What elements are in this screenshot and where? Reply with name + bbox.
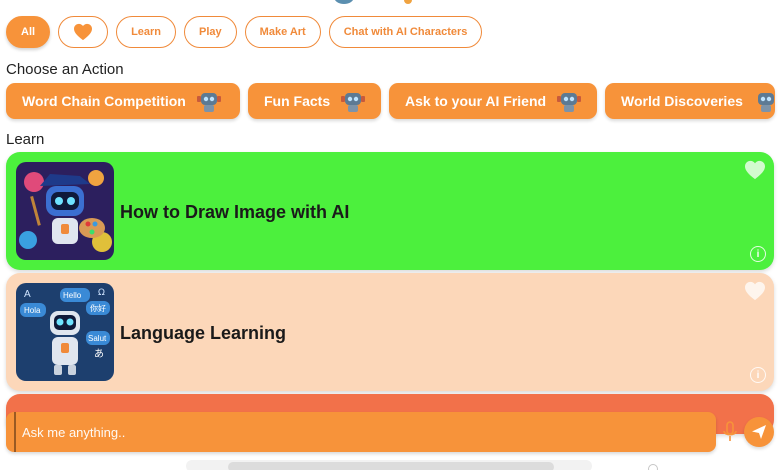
chat-bar <box>6 412 716 452</box>
robot-icon <box>757 93 774 112</box>
chat-input[interactable] <box>14 412 704 452</box>
filter-learn[interactable]: Learn <box>116 16 177 48</box>
card-title: Language Learning <box>120 323 287 343</box>
thumb-word-salut: Salut <box>88 334 107 343</box>
filter-bar: All Learn Play Make Art Chat with AI Cha… <box>6 16 483 48</box>
robot-icon <box>196 93 221 112</box>
thumb-word-nihao: 你好 <box>90 303 106 313</box>
thumb-glyph-omega: Ω <box>98 288 105 298</box>
home-grid-icon[interactable] <box>118 464 134 470</box>
filter-play[interactable]: Play <box>184 16 237 48</box>
card-title: How to Draw Image with AI <box>120 202 350 222</box>
filter-chat-characters[interactable]: Chat with AI Characters <box>328 16 483 48</box>
thumb-word-hola: Hola <box>24 306 41 315</box>
bottom-nav-handle <box>228 462 554 470</box>
action-fun-facts[interactable]: Fun Facts <box>248 83 381 119</box>
learn-heading: Learn <box>6 131 45 148</box>
filter-make-art[interactable]: Make Art <box>244 16 321 48</box>
favorite-heart-icon[interactable] <box>744 281 766 301</box>
bottom-nav <box>0 460 780 470</box>
send-icon <box>752 425 766 439</box>
thumb-glyph-a-jp: あ <box>94 348 104 360</box>
action-label: Word Chain Competition <box>22 93 186 109</box>
choose-action-heading: Choose an Action <box>6 61 124 78</box>
action-row: Word Chain Competition Fun Facts Ask to … <box>6 83 775 119</box>
heart-icon <box>74 23 93 41</box>
robot-languages-image: Hola Hello 你好 Salut あ A Ω <box>16 283 114 381</box>
filter-all[interactable]: All <box>6 16 51 48</box>
card-language-learning[interactable]: Hola Hello 你好 Salut あ A Ω Language Learn… <box>6 273 774 391</box>
filter-favorites[interactable] <box>58 16 109 48</box>
info-icon[interactable]: i <box>750 367 766 383</box>
favorite-heart-icon[interactable] <box>744 160 766 180</box>
card-draw-with-ai[interactable]: How to Draw Image with AI i <box>6 152 774 270</box>
action-ask-ai-friend[interactable]: Ask to your AI Friend <box>389 83 597 119</box>
action-word-chain[interactable]: Word Chain Competition <box>6 83 240 119</box>
thumb-word-hello: Hello <box>63 291 82 300</box>
thumb-glyph-a: A <box>24 289 31 300</box>
profile-icon[interactable] <box>648 464 658 470</box>
header-avatar <box>334 0 354 4</box>
action-label: World Discoveries <box>621 93 743 109</box>
robot-icon <box>557 93 582 112</box>
info-icon[interactable]: i <box>750 246 766 262</box>
action-label: Fun Facts <box>264 93 331 109</box>
header-dot-icon <box>404 0 412 4</box>
action-world-discoveries[interactable]: World Discoveries <box>605 83 775 119</box>
send-button[interactable] <box>744 417 774 447</box>
action-label: Ask to your AI Friend <box>405 93 547 109</box>
robot-icon <box>341 93 366 112</box>
robot-painter-image <box>16 162 114 260</box>
microphone-icon[interactable] <box>722 421 738 443</box>
